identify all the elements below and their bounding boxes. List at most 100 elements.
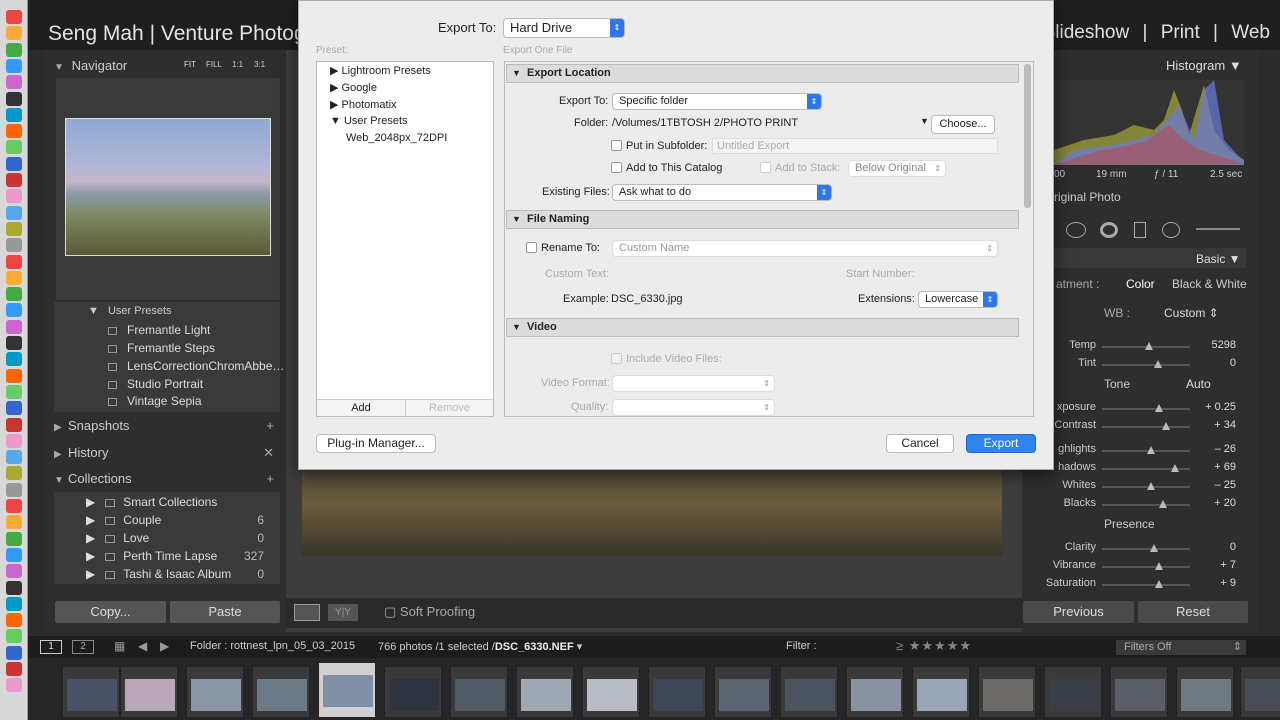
histogram-header[interactable]: Histogram ▼ [1166, 58, 1242, 73]
slider-value[interactable]: 0 [1230, 541, 1236, 553]
module-slideshow[interactable]: Slideshow [1043, 22, 1130, 43]
slider-value[interactable]: + 20 [1214, 497, 1236, 509]
back-arrow-icon[interactable]: ◀ [138, 639, 147, 653]
preset-item[interactable]: Vintage Sepia [108, 394, 202, 408]
clear-icon[interactable]: ✕ [263, 445, 274, 461]
dock-app-icon[interactable] [6, 254, 22, 269]
preset-item[interactable]: Studio Portrait [108, 377, 203, 391]
slider-track[interactable] [1102, 566, 1190, 568]
preset-item[interactable]: LensCorrectionChromAbbe… [108, 359, 284, 373]
dock-app-icon[interactable] [6, 26, 22, 41]
filmstrip-thumb[interactable] [582, 666, 640, 718]
slider-row[interactable]: Vibrance + 7 [1030, 559, 1240, 575]
filmstrip-thumb[interactable] [318, 662, 376, 718]
filmstrip-thumb[interactable] [846, 666, 904, 718]
slider-row[interactable]: Blacks + 20 [1030, 497, 1240, 513]
dock-app-icon[interactable] [6, 580, 22, 595]
slider-row[interactable]: xposure + 0.25 [1030, 401, 1240, 417]
preset-tree-item[interactable]: ▶ Photomatix [330, 98, 397, 111]
dock-app-icon[interactable] [6, 531, 22, 546]
previous-button[interactable]: Previous [1023, 601, 1134, 623]
wb-select[interactable]: Custom ⇕ [1164, 306, 1219, 320]
collection-item[interactable]: ▶ Tashi & Isaac Album 0 [86, 567, 272, 581]
zoom-fit[interactable]: FIT [184, 60, 196, 69]
filmstrip-thumb[interactable] [120, 666, 178, 718]
filmstrip-thumb[interactable] [186, 666, 244, 718]
video-format-select[interactable]: ⇕ [612, 375, 775, 392]
slider-track[interactable] [1102, 450, 1190, 452]
slider-knob[interactable] [1147, 482, 1155, 490]
dock-app-icon[interactable] [6, 58, 22, 73]
rename-checkbox[interactable] [526, 242, 537, 253]
cancel-button[interactable]: Cancel [886, 434, 954, 453]
remove-preset-button[interactable]: Remove [405, 399, 493, 416]
dock-app-icon[interactable] [6, 678, 22, 693]
dock-app-icon[interactable] [6, 466, 22, 481]
dock-app-icon[interactable] [6, 107, 22, 122]
zoom-3-1[interactable]: 3:1 [254, 60, 265, 69]
slider-track[interactable] [1102, 584, 1190, 586]
slider-track[interactable] [1102, 364, 1190, 366]
preset-tree-item[interactable]: ▶ Google [330, 81, 377, 94]
module-web[interactable]: Web [1231, 22, 1270, 43]
add-preset-button[interactable]: Add [317, 399, 405, 416]
filmstrip-thumb[interactable] [384, 666, 442, 718]
slider-knob[interactable] [1147, 446, 1155, 454]
existing-files-select[interactable]: Ask what to do ⇕ [612, 184, 832, 201]
preset-item[interactable]: Fremantle Steps [108, 341, 215, 355]
slider-row[interactable]: hadows + 69 [1030, 461, 1240, 477]
dock-app-icon[interactable] [6, 368, 22, 383]
dock-app-icon[interactable] [6, 303, 22, 318]
copy-button[interactable]: Copy... [55, 601, 166, 623]
choose-button[interactable]: Choose... [931, 115, 995, 134]
preset-folder-user-presets[interactable]: ▼ User Presets [88, 305, 172, 317]
dock-app-icon[interactable] [6, 91, 22, 106]
dock-app-icon[interactable] [6, 564, 22, 579]
dock-app-icon[interactable] [6, 270, 22, 285]
dock-app-icon[interactable] [6, 629, 22, 644]
add-icon[interactable]: + [266, 471, 274, 486]
dock-app-icon[interactable] [6, 613, 22, 628]
navigator-image[interactable] [65, 118, 271, 256]
slider-value[interactable]: – 26 [1215, 443, 1236, 455]
filmstrip-thumb[interactable] [1240, 666, 1280, 718]
dock-app-icon[interactable] [6, 140, 22, 155]
slider-row[interactable]: Clarity 0 [1030, 541, 1240, 557]
reset-button[interactable]: Reset [1138, 601, 1248, 623]
file-naming-header[interactable]: File Naming [506, 210, 1019, 229]
snapshots-header[interactable]: ▶ Snapshots + [54, 418, 280, 442]
spot-removal-icon[interactable] [1100, 222, 1118, 238]
filmstrip-thumb[interactable] [1044, 666, 1102, 718]
soft-proofing-toggle[interactable]: ▢ Soft Proofing [384, 604, 475, 620]
zoom-1-1[interactable]: 1:1 [232, 60, 243, 69]
filmstrip-thumb[interactable] [978, 666, 1036, 718]
paste-button[interactable]: Paste [170, 601, 280, 623]
dock-app-icon[interactable] [6, 515, 22, 530]
module-print[interactable]: Print [1161, 22, 1200, 43]
dock-app-icon[interactable] [6, 189, 22, 204]
graduated-filter-icon[interactable] [1134, 222, 1146, 238]
grid-icon[interactable]: ▦ [114, 639, 125, 653]
plugin-manager-button[interactable]: Plug-in Manager... [316, 434, 436, 453]
dock-app-icon[interactable] [6, 173, 22, 187]
treatment-bw[interactable]: Black & White [1172, 277, 1247, 291]
preset-tree-child[interactable]: Web_2048px_72DPI [346, 132, 447, 144]
slider-value[interactable]: + 0.25 [1205, 401, 1236, 413]
history-header[interactable]: ▶ History ✕ [54, 445, 280, 469]
slider-value[interactable]: + 34 [1214, 419, 1236, 431]
slider-knob[interactable] [1153, 360, 1162, 368]
slider-row[interactable]: Temp 5298 [1030, 339, 1240, 355]
slider-value[interactable]: 0 [1230, 357, 1236, 369]
collection-item[interactable]: ▶ Smart Collections [86, 495, 272, 509]
dock-app-icon[interactable] [6, 401, 22, 416]
preset-tree-item[interactable]: ▶ Lightroom Presets [330, 64, 431, 77]
crop-tool-icon[interactable] [1066, 222, 1086, 238]
slider-knob[interactable] [1159, 500, 1167, 508]
window-2-button[interactable]: 2 [72, 640, 94, 654]
tone-auto-button[interactable]: Auto [1186, 377, 1211, 391]
dock-app-icon[interactable] [6, 75, 22, 90]
dock-app-icon[interactable] [6, 417, 22, 432]
subfolder-input[interactable]: Untitled Export [712, 138, 998, 154]
filmstrip-thumb[interactable] [714, 666, 772, 718]
dock-app-icon[interactable] [6, 662, 22, 676]
